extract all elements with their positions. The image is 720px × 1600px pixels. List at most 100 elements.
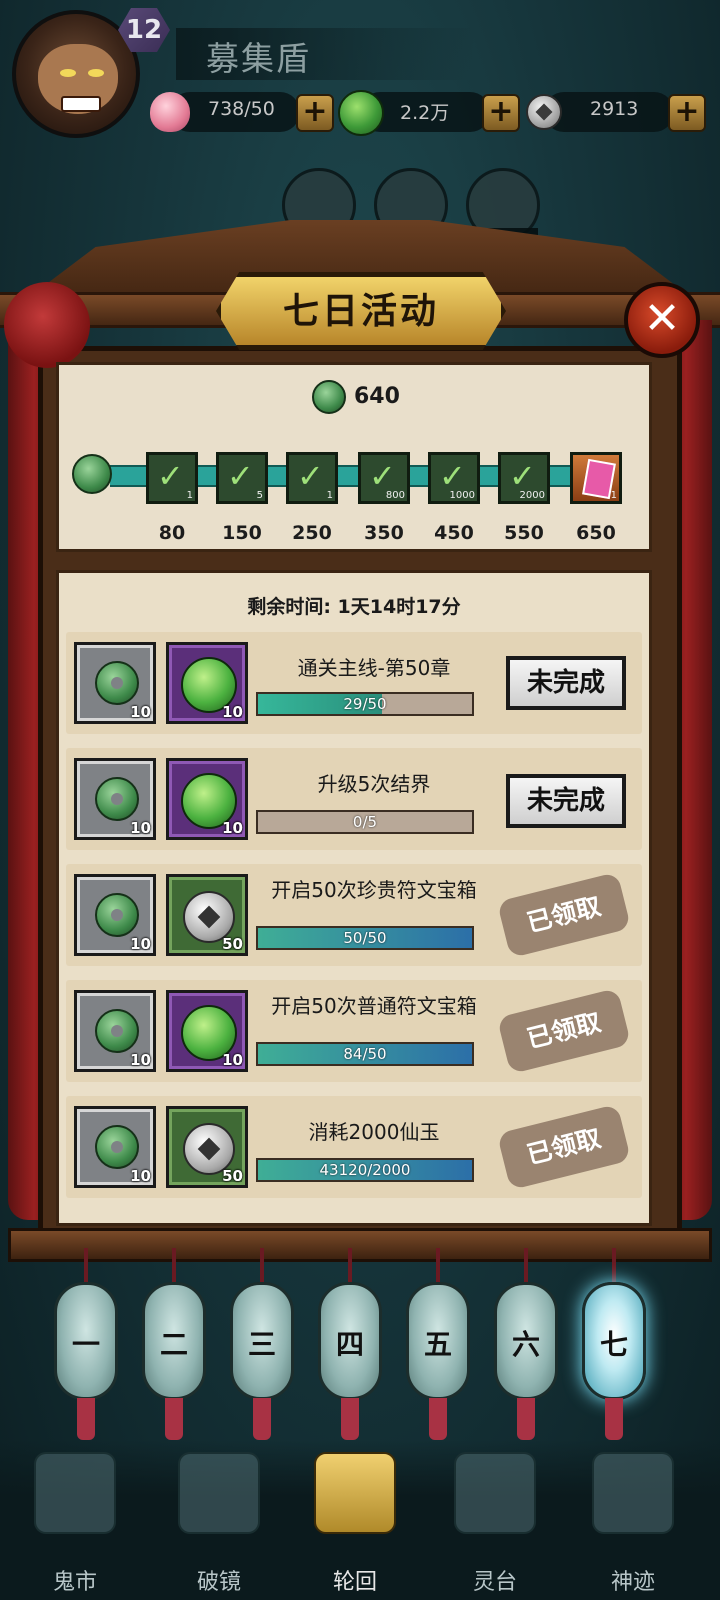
close-button[interactable]: ✕ — [624, 282, 700, 358]
task-progress-bar: 50/50 — [256, 926, 474, 950]
activity-points-value: 640 — [354, 384, 400, 409]
reward-slot-jade[interactable]: 10 — [74, 642, 156, 724]
reward-quantity: 10 — [130, 703, 151, 721]
task-progress-bar: 0/5 — [256, 810, 474, 834]
nav-ghost-market[interactable]: 鬼市 — [20, 1446, 130, 1596]
day-tab-3[interactable]: 三 — [230, 1282, 294, 1400]
coin-icon — [526, 94, 562, 130]
task-row: 10 10 通关主线-第50章 29/50 未完成 — [66, 632, 642, 734]
add-coin-button[interactable]: + — [668, 94, 706, 132]
reward-quantity: 10 — [130, 935, 151, 953]
milestone-threshold: 80 — [158, 522, 186, 544]
day-tab-label: 四 — [335, 1328, 364, 1361]
check-icon: ✓ — [297, 457, 324, 495]
task-claimed-stamp: 已领取 — [496, 871, 632, 959]
task-claimed-stamp: 已领取 — [496, 1103, 632, 1191]
milestone-reward-5[interactable]: ✓ 1000 — [428, 452, 480, 504]
milestone-reward-3[interactable]: ✓ 1 — [286, 452, 338, 504]
add-jade-button[interactable]: + — [482, 94, 520, 132]
close-icon: ✕ — [643, 293, 681, 344]
avatar-eye-right — [88, 69, 104, 77]
task-name: 消耗2000仙玉 — [308, 1120, 440, 1144]
reward-slot-dragon[interactable]: 10 — [166, 758, 248, 840]
nav-reincarnation[interactable]: 轮回 — [300, 1446, 410, 1596]
task-claimed-stamp: 已领取 — [496, 987, 632, 1075]
peach-icon — [150, 92, 190, 132]
milestone-threshold: 250 — [292, 522, 332, 544]
milestone-reward-7[interactable]: 1 — [570, 452, 622, 504]
jade-dragon-icon — [338, 90, 384, 136]
lantern-tassel — [77, 1398, 95, 1440]
track-start-jade-icon — [72, 454, 112, 494]
milestone-threshold: 550 — [504, 522, 544, 544]
reward-slot-coin[interactable]: 50 — [166, 874, 248, 956]
break-mirror-icon — [178, 1452, 260, 1534]
reward-slot-coin[interactable]: 50 — [166, 1106, 248, 1188]
reward-quantity: 10 — [222, 819, 243, 837]
reward-slot-jade[interactable]: 10 — [74, 758, 156, 840]
jade-pendant-icon — [95, 1125, 139, 1169]
task-progress-bar: 84/50 — [256, 1042, 474, 1066]
milestone-threshold: 650 — [576, 522, 616, 544]
coin-value: 2913 — [590, 98, 639, 120]
panel-bottom-beam — [8, 1228, 712, 1262]
task-status-button[interactable]: 未完成 — [506, 774, 626, 828]
red-pompom-ornament — [4, 282, 90, 368]
reward-slot-jade[interactable]: 10 — [74, 1106, 156, 1188]
task-row: 10 50 开启50次珍贵符文宝箱 50/50 已领取 — [66, 864, 642, 966]
reward-quantity: 10 — [130, 1051, 151, 1069]
day-tab-label: 一 — [71, 1328, 100, 1361]
day-tab-1[interactable]: 一 — [54, 1282, 118, 1400]
nav-label: 鬼市 — [52, 1570, 97, 1595]
milestone-threshold: 350 — [364, 522, 404, 544]
nav-break-mirror[interactable]: 破镜 — [164, 1446, 274, 1596]
jade-pendant-icon — [95, 661, 139, 705]
milestone-reward-1[interactable]: ✓ 1 — [146, 452, 198, 504]
milestone-count: 1 — [610, 490, 617, 501]
task-name: 通关主线-第50章 — [297, 656, 451, 680]
lantern-tassel — [165, 1398, 183, 1440]
ghost-market-icon — [34, 1452, 116, 1534]
milestone-threshold: 150 — [222, 522, 262, 544]
reward-quantity: 10 — [222, 1051, 243, 1069]
day-tab-6[interactable]: 六 — [494, 1282, 558, 1400]
milestone-reward-4[interactable]: ✓ 800 — [358, 452, 410, 504]
reward-slot-jade[interactable]: 10 — [74, 874, 156, 956]
milestone-reward-6[interactable]: ✓ 2000 — [498, 452, 550, 504]
lantern-tassel — [253, 1398, 271, 1440]
peach-value: 738/50 — [208, 98, 275, 120]
player-name: 募集盾 — [206, 39, 311, 78]
day-tab-label: 五 — [423, 1328, 452, 1361]
remaining-time: 剩余时间: 1天14时17分 — [247, 596, 461, 618]
check-icon: ✓ — [157, 457, 184, 495]
milestone-count: 1 — [186, 490, 193, 501]
day-tab-4[interactable]: 四 — [318, 1282, 382, 1400]
day-tab-2[interactable]: 二 — [142, 1282, 206, 1400]
day-tab-7[interactable]: 七 — [582, 1282, 646, 1400]
jade-pendant-icon — [95, 893, 139, 937]
nav-label: 神迹 — [610, 1570, 655, 1595]
lantern-tassel — [429, 1398, 447, 1440]
activity-points-icon — [312, 380, 346, 414]
milestone-count: 1 — [326, 490, 333, 501]
task-status-button[interactable]: 未完成 — [506, 656, 626, 710]
panel-title: 七日活动 — [282, 291, 439, 332]
milestone-count: 1000 — [449, 490, 475, 501]
reward-quantity: 50 — [222, 935, 243, 953]
day-tab-5[interactable]: 五 — [406, 1282, 470, 1400]
nav-spirit-platform[interactable]: 灵台 — [440, 1446, 550, 1596]
reward-slot-dragon[interactable]: 10 — [166, 642, 248, 724]
reward-slot-jade[interactable]: 10 — [74, 990, 156, 1072]
milestone-reward-2[interactable]: ✓ 5 — [216, 452, 268, 504]
task-progress-bar: 43120/2000 — [256, 1158, 474, 1182]
nav-divine-relics[interactable]: 神迹 — [578, 1446, 688, 1596]
jade-pendant-icon — [95, 1009, 139, 1053]
day-tab-label: 七 — [599, 1328, 628, 1361]
reward-slot-dragon[interactable]: 10 — [166, 990, 248, 1072]
task-progress-text: 84/50 — [343, 1045, 387, 1063]
milestone-count: 2000 — [519, 490, 545, 501]
day-tab-label: 六 — [511, 1328, 540, 1361]
task-progress-bar: 29/50 — [256, 692, 474, 716]
jade-value: 2.2万 — [400, 102, 450, 124]
add-peach-button[interactable]: + — [296, 94, 334, 132]
